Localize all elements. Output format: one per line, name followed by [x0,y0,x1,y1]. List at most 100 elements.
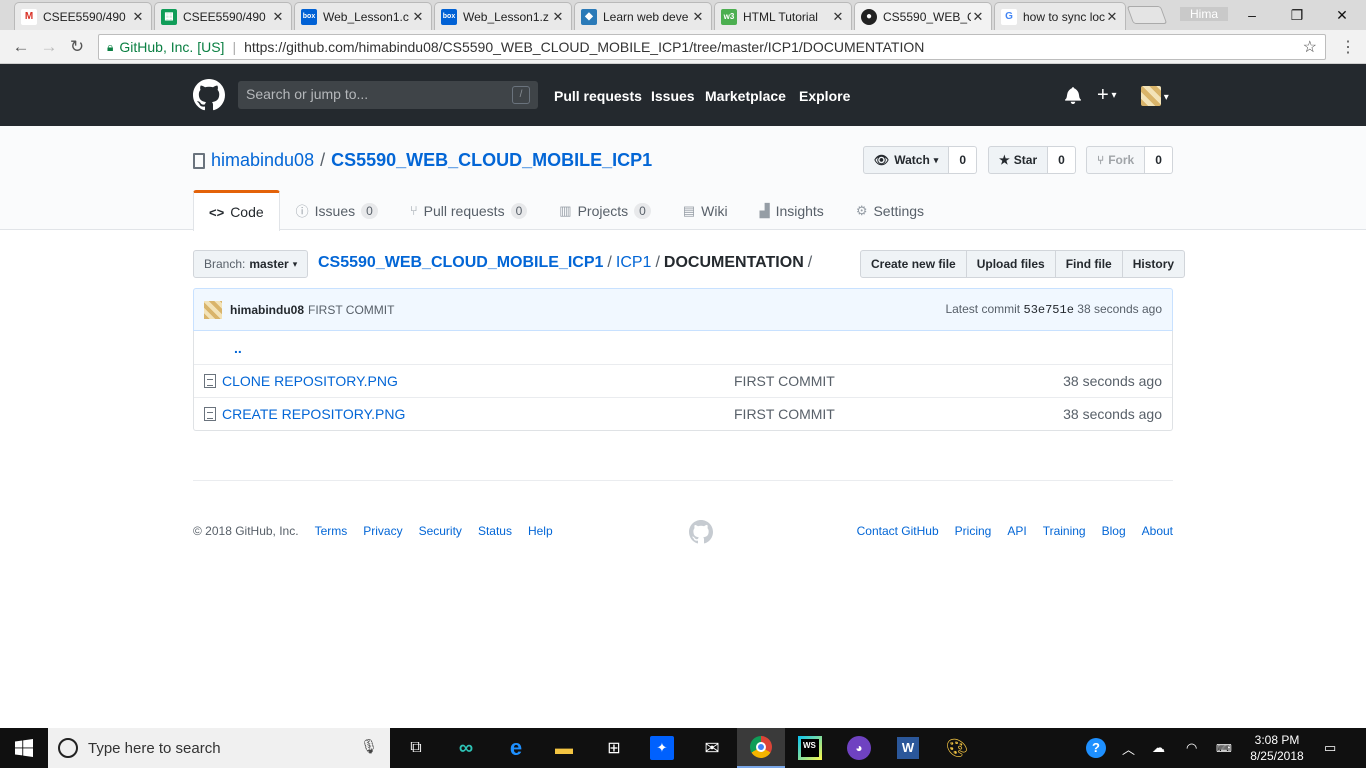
create-new-plus-icon[interactable]: + ▾ [1097,84,1117,107]
file-explorer-icon[interactable]: ▬ [540,728,588,768]
footer-link-status[interactable]: Status [478,524,512,538]
close-icon[interactable]: ✕ [691,9,705,25]
commit-author-link[interactable]: himabindu08 [230,303,304,317]
restore-icon[interactable]: ❐ [1275,0,1319,30]
arduino-icon[interactable]: ∞ [442,728,490,768]
taskbar-search-input[interactable]: Type here to search 🎙︎ [48,728,390,768]
back-icon[interactable]: ← [10,36,32,58]
url-text[interactable]: https://github.com/himabindu08/CS5590_WE… [244,39,924,55]
close-icon[interactable]: ✕ [411,9,425,25]
new-tab-button[interactable] [1126,6,1168,24]
fork-count[interactable]: 0 [1145,146,1173,174]
help-icon[interactable]: ? [1086,728,1106,768]
user-avatar-menu[interactable]: ▾ [1141,86,1169,106]
windows-start-icon[interactable] [0,728,48,768]
history-button[interactable]: History [1121,250,1186,278]
footer-link-terms[interactable]: Terms [315,524,348,538]
nav-explore[interactable]: Explore [799,88,850,104]
footer-link-contact[interactable]: Contact GitHub [857,524,939,538]
tab-projects[interactable]: ▥ Projects 0 [543,190,667,230]
browser-tab[interactable]: G how to sync loc ✕ [994,2,1126,30]
nav-pull-requests[interactable]: Pull requests [554,88,642,104]
keyboard-icon[interactable]: ⌨ [1216,728,1232,768]
nav-marketplace[interactable]: Marketplace [705,88,786,104]
breadcrumb-folder-link[interactable]: ICP1 [616,254,652,271]
file-commit-message-link[interactable]: FIRST COMMIT [734,373,1063,389]
tab-issues[interactable]: ⓘ Issues 0 [280,190,394,230]
close-icon[interactable]: ✕ [831,9,845,25]
repo-name-link[interactable]: CS5590_WEB_CLOUD_MOBILE_ICP1 [331,150,652,171]
close-icon[interactable]: ✕ [1105,9,1119,25]
tab-settings[interactable]: ⚙ Settings [840,190,940,230]
footer-link-help[interactable]: Help [528,524,553,538]
close-icon[interactable]: ✕ [131,9,145,25]
close-icon[interactable]: ✕ [551,9,565,25]
repo-owner-link[interactable]: himabindu08 [211,150,314,171]
wifi-icon[interactable]: ◠ [1186,728,1197,768]
browser-tab[interactable]: M CSEE5590/490 ✕ [14,2,152,30]
github-desktop-icon[interactable]: ◕ [835,728,883,768]
profile-user[interactable]: Hima [1180,7,1229,21]
star-count[interactable]: 0 [1048,146,1076,174]
chrome-icon[interactable] [737,728,785,768]
action-center-icon[interactable]: ▭ [1324,728,1336,768]
fork-button[interactable]: ⑂ Fork [1086,146,1146,174]
footer-link-pricing[interactable]: Pricing [955,524,992,538]
footer-link-api[interactable]: API [1007,524,1026,538]
footer-link-security[interactable]: Security [419,524,462,538]
tab-insights[interactable]: ▟ Insights [744,190,840,230]
tab-code[interactable]: <> Code [193,190,280,231]
parent-directory-link[interactable]: .. [204,340,242,356]
dropbox-icon[interactable]: ✦ [638,728,686,768]
onedrive-icon[interactable]: ☁ [1152,728,1165,768]
browser-tab[interactable]: ▦ CSEE5590/490 ✕ [154,2,292,30]
breadcrumb-repo-link[interactable]: CS5590_WEB_CLOUD_MOBILE_ICP1 [318,254,603,271]
tab-wiki[interactable]: ▤ Wiki [667,190,744,230]
find-file-button[interactable]: Find file [1054,250,1123,278]
commit-sha-link[interactable]: 53e751e [1024,303,1074,317]
system-clock[interactable]: 3:08 PM 8/25/2018 [1240,732,1314,764]
file-name-link[interactable]: CLONE REPOSITORY.PNG [222,373,734,389]
nav-issues[interactable]: Issues [651,88,695,104]
chevron-up-icon[interactable]: ︿ [1122,728,1135,768]
browser-tab[interactable]: box Web_Lesson1.c ✕ [294,2,432,30]
browser-tab[interactable]: ◆ Learn web deve ✕ [574,2,712,30]
word-icon[interactable]: W [884,728,932,768]
footer-link-blog[interactable]: Blog [1102,524,1126,538]
close-icon[interactable]: ✕ [971,9,985,25]
notifications-bell-icon[interactable] [1065,86,1081,109]
close-icon[interactable]: ✕ [271,9,285,25]
address-bar[interactable]: 🔒︎ GitHub, Inc. [US] | https://github.co… [98,34,1326,60]
branch-select-button[interactable]: Branch: master ▾ [193,250,309,278]
browser-tab[interactable]: w3 HTML Tutorial ✕ [714,2,852,30]
search-input[interactable]: Search or jump to... / [238,81,538,109]
commit-message-link[interactable]: FIRST COMMIT [308,303,394,317]
close-window-icon[interactable]: ✕ [1320,0,1364,30]
avatar[interactable] [204,300,222,319]
watch-count[interactable]: 0 [949,146,978,174]
bookmark-star-icon[interactable]: ☆ [1303,37,1317,57]
reload-icon[interactable]: ↻ [66,36,88,58]
forward-icon[interactable]: → [38,36,60,58]
browser-tab[interactable]: box Web_Lesson1.z ✕ [434,2,572,30]
microphone-icon[interactable]: 🎙︎ [360,738,378,755]
github-mark-icon[interactable] [689,520,713,544]
tab-pull-requests[interactable]: ⑂ Pull requests 0 [394,190,543,230]
task-view-icon[interactable]: ⧉ [392,728,440,768]
minimize-icon[interactable]: – [1230,0,1274,30]
footer-link-training[interactable]: Training [1043,524,1086,538]
file-name-link[interactable]: CREATE REPOSITORY.PNG [222,406,734,422]
paint-icon[interactable]: 🎨︎ [933,728,981,768]
browser-tab-active[interactable]: ● CS5590_WEB_C ✕ [854,2,992,30]
footer-link-privacy[interactable]: Privacy [363,524,402,538]
watch-button[interactable]: 👁︎ Watch ▾ [863,146,950,174]
github-logo-icon[interactable] [193,79,225,111]
edge-icon[interactable]: e [492,728,540,768]
star-button[interactable]: ★ Star [988,146,1049,174]
file-commit-message-link[interactable]: FIRST COMMIT [734,406,1063,422]
upload-files-button[interactable]: Upload files [965,250,1056,278]
browser-menu-icon[interactable]: ⋮ [1340,37,1356,57]
footer-link-about[interactable]: About [1142,524,1173,538]
webstorm-icon[interactable]: WS [786,728,834,768]
mail-icon[interactable]: ✉ [688,728,736,768]
